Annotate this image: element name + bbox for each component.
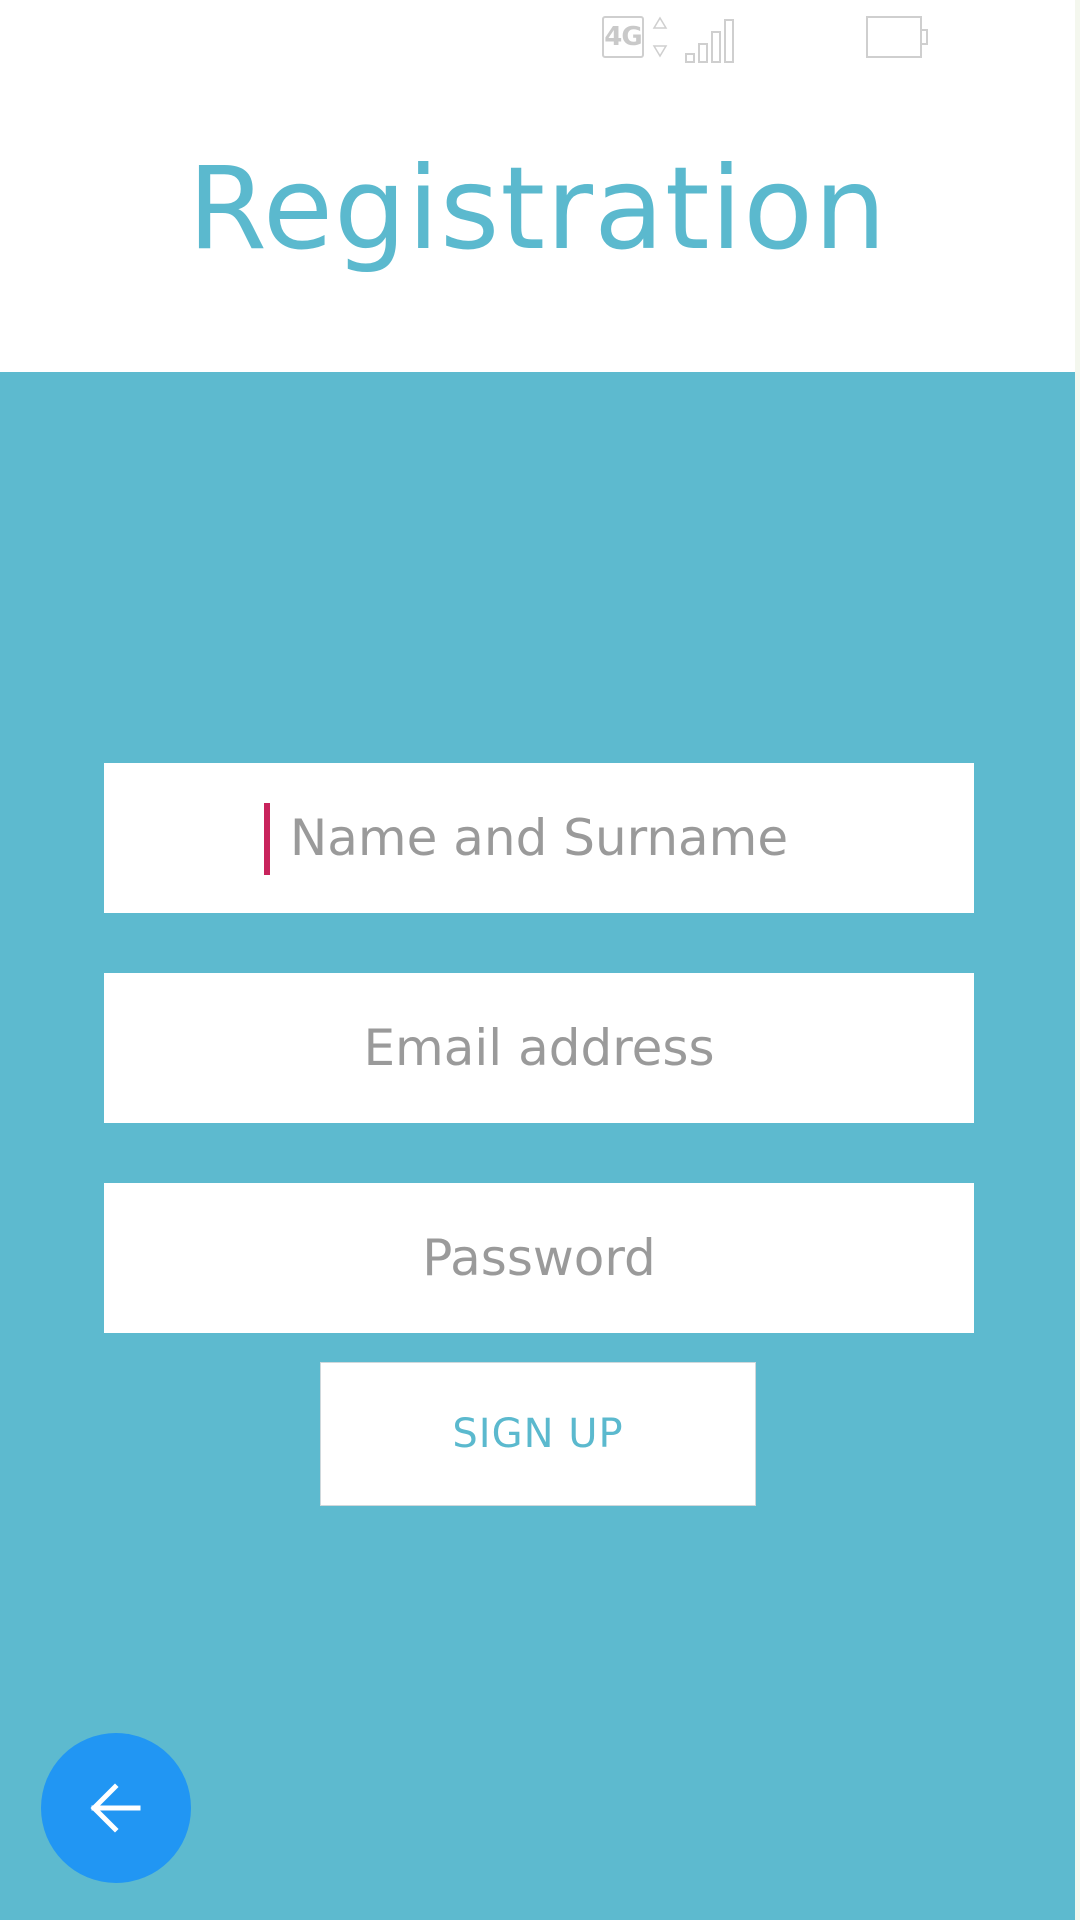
registration-form: SIGN UP (0, 372, 1075, 1920)
back-button[interactable] (41, 1733, 191, 1883)
email-field-container (104, 973, 974, 1123)
header: Registration (0, 80, 1075, 372)
page-title: Registration (187, 141, 888, 275)
registration-screen: 4G Registration SIGN UP (0, 0, 1075, 1920)
network-4g-icon: 4G (602, 16, 644, 58)
email-field[interactable] (104, 973, 974, 1123)
signal-icon (685, 19, 734, 63)
data-arrows-icon (652, 16, 668, 58)
status-bar: 4G (0, 0, 1075, 80)
name-field-container (104, 763, 974, 913)
arrow-back-icon (90, 1783, 141, 1833)
name-field[interactable] (104, 763, 974, 913)
password-field[interactable] (104, 1183, 974, 1333)
password-field-container (104, 1183, 974, 1333)
sign-up-button[interactable]: SIGN UP (320, 1362, 756, 1506)
text-cursor (264, 803, 270, 875)
battery-icon (866, 16, 928, 58)
